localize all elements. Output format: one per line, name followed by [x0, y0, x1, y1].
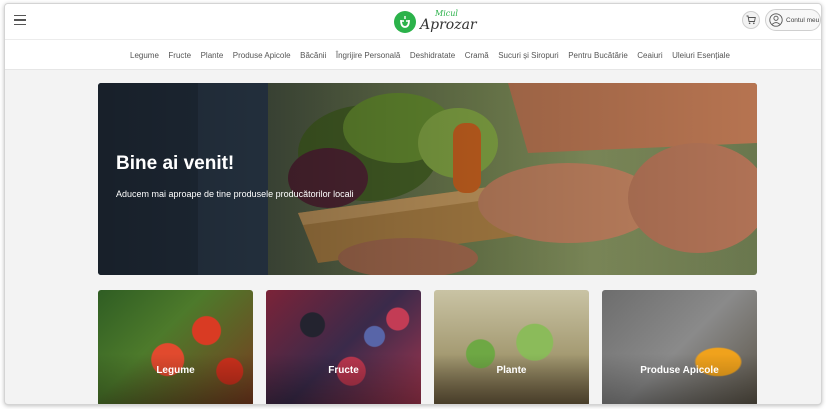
category-card-legume[interactable]: Legume — [98, 290, 253, 404]
category-card-fructe[interactable]: Fructe — [266, 290, 421, 404]
user-icon — [769, 13, 783, 27]
nav-item-sucuri-siropuri[interactable]: Sucuri și Siropuri — [498, 51, 558, 60]
cart-icon — [746, 15, 756, 25]
cart-button[interactable] — [742, 11, 760, 29]
nav-item-legume[interactable]: Legume — [130, 51, 159, 60]
nav-item-plante[interactable]: Plante — [201, 51, 224, 60]
card-shade — [602, 290, 757, 404]
category-nav: Legume Fructe Plante Produse Apicole Băc… — [5, 40, 821, 70]
hamburger-menu-icon[interactable] — [14, 15, 26, 26]
nav-item-ceaiuri[interactable]: Ceaiuri — [637, 51, 662, 60]
card-shade — [266, 290, 421, 404]
account-label: Contul meu — [786, 16, 820, 24]
hero-title: Bine ai venit! — [116, 153, 235, 174]
card-shade — [98, 290, 253, 404]
browser-frame: Micul Aprozar Contul meu Legume Fructe P… — [4, 3, 822, 405]
header: Micul Aprozar Contul meu — [5, 4, 821, 40]
hero-banner: Bine ai venit! Aducem mai aproape de tin… — [98, 83, 757, 275]
hero-subtitle: Aducem mai aproape de tine produsele pro… — [116, 189, 354, 199]
nav-item-pentru-bucatarie[interactable]: Pentru Bucătărie — [568, 51, 628, 60]
nav-item-fructe[interactable]: Fructe — [168, 51, 191, 60]
logo-text: Micul Aprozar — [420, 9, 477, 35]
card-shade — [434, 290, 589, 404]
hero-overlay — [98, 83, 757, 275]
nav-item-crama[interactable]: Cramă — [465, 51, 489, 60]
nav-item-bacanii[interactable]: Băcănii — [300, 51, 326, 60]
category-cards: Legume Fructe Plante Produse Apicole — [98, 290, 757, 404]
nav-item-deshidratate[interactable]: Deshidratate — [410, 51, 455, 60]
logo-icon — [394, 11, 416, 33]
card-label: Produse Apicole — [640, 365, 719, 376]
category-card-produse-apicole[interactable]: Produse Apicole — [602, 290, 757, 404]
logo[interactable]: Micul Aprozar — [394, 7, 477, 37]
nav-item-uleiuri-esentiale[interactable]: Uleiuri Esențiale — [672, 51, 730, 60]
account-button[interactable]: Contul meu — [765, 9, 821, 31]
nav-item-ingrijire-personala[interactable]: Îngrijire Personală — [336, 51, 400, 60]
logo-big-text: Aprozar — [420, 17, 477, 33]
card-label: Plante — [496, 365, 527, 376]
card-label: Fructe — [328, 365, 359, 376]
nav-item-produse-apicole[interactable]: Produse Apicole — [233, 51, 291, 60]
card-label: Legume — [156, 365, 195, 376]
category-card-plante[interactable]: Plante — [434, 290, 589, 404]
